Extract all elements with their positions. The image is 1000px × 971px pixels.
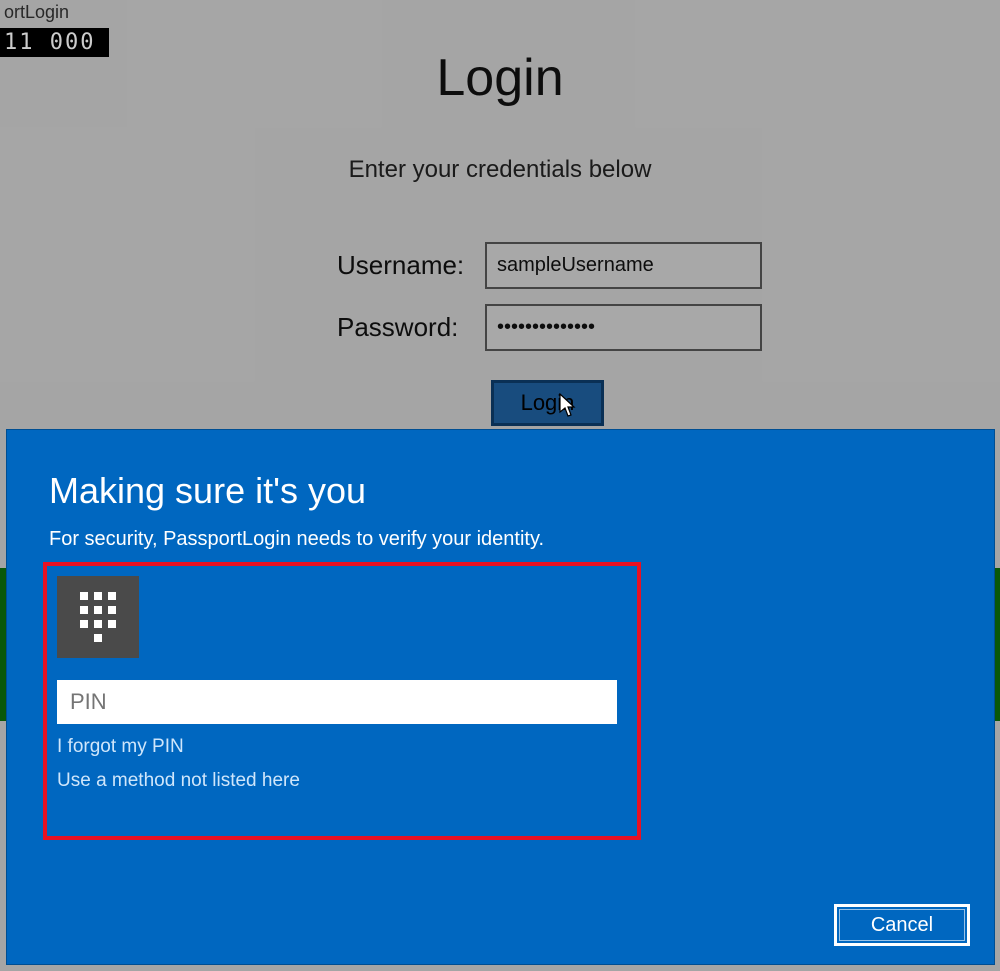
login-heading: Login (0, 48, 1000, 108)
password-input[interactable] (485, 304, 762, 351)
username-label: Username: (337, 250, 485, 281)
cancel-button-label: Cancel (871, 914, 933, 937)
cancel-button[interactable]: Cancel (834, 904, 970, 946)
username-input[interactable] (485, 242, 762, 289)
login-button-label: Login (521, 390, 575, 416)
login-button[interactable]: Login (491, 380, 604, 426)
login-subheading: Enter your credentials below (0, 156, 1000, 184)
password-label: Password: (337, 312, 485, 343)
windows-hello-dialog: Making sure it's you For security, Passp… (6, 429, 995, 965)
hello-subtitle: For security, PassportLogin needs to ver… (49, 528, 952, 551)
hello-title: Making sure it's you (49, 470, 952, 512)
pin-keypad-icon (57, 576, 139, 658)
password-row: Password: (337, 304, 762, 351)
window-title: ortLogin (0, 0, 73, 25)
pin-input[interactable] (57, 680, 617, 724)
pin-section-highlight: I forgot my PIN Use a method not listed … (43, 562, 641, 840)
forgot-pin-link[interactable]: I forgot my PIN (57, 736, 627, 758)
other-method-link[interactable]: Use a method not listed here (57, 770, 627, 792)
username-row: Username: (337, 242, 762, 289)
